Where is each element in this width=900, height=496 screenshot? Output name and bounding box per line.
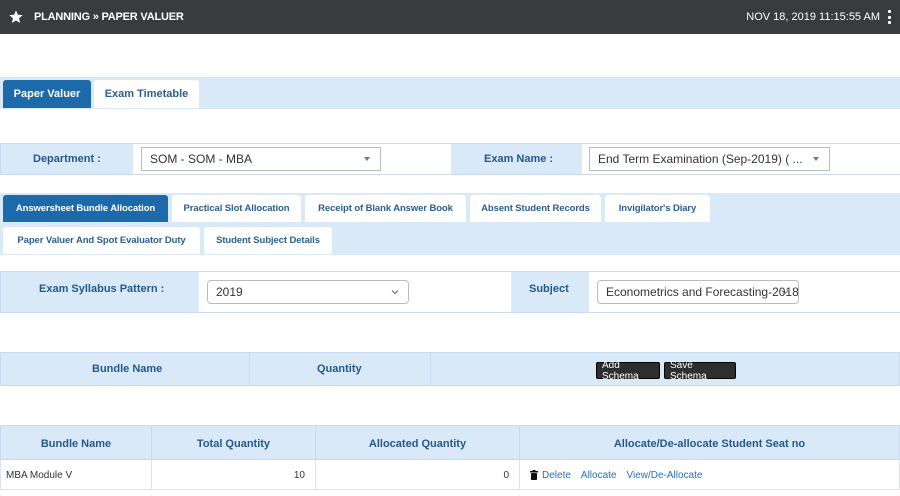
tab-answersheet-bundle-allocation[interactable]: Answersheet Bundle Allocation xyxy=(3,195,168,222)
grid-header-allocate-deallocate: Allocate/De-allocate Student Seat no xyxy=(613,437,806,450)
tab-paper-valuer[interactable]: Paper Valuer xyxy=(3,80,91,108)
datetime-display: NOV 18, 2019 11:15:55 AM xyxy=(746,11,880,23)
tab-exam-timetable[interactable]: Exam Timetable xyxy=(94,80,199,108)
total-quantity-cell: 10 xyxy=(152,460,316,490)
schema-panel: Bundle Name Quantity Add Schema Save Sch… xyxy=(0,352,900,386)
exam-syllabus-pattern-label: Exam Syllabus Pattern : xyxy=(39,283,165,295)
department-label: Department : xyxy=(33,153,101,165)
tab-student-subject-details[interactable]: Student Subject Details xyxy=(204,227,332,254)
grid-header-bundle-name: Bundle Name xyxy=(1,426,152,461)
chevron-down-icon xyxy=(781,290,789,295)
department-value: SOM - SOM - MBA xyxy=(150,152,252,166)
star-icon[interactable] xyxy=(8,9,24,25)
tab-receipt-blank-answer-book[interactable]: Receipt of Blank Answer Book xyxy=(305,195,466,222)
chevron-down-icon xyxy=(813,157,819,161)
main-tab-bar: Paper Valuer Exam Timetable xyxy=(0,77,900,109)
chevron-down-icon xyxy=(391,290,399,295)
tab-practical-slot-allocation[interactable]: Practical Slot Allocation xyxy=(172,195,301,222)
subject-select[interactable]: Econometrics and Forecasting-2018 xyxy=(597,280,799,304)
kebab-menu-icon[interactable] xyxy=(888,10,892,24)
department-filter-panel: Department : SOM - SOM - MBA Exam Name :… xyxy=(0,143,900,175)
table-row: MBA Module V 10 0 Delete Allocate View/D… xyxy=(0,460,900,490)
tab-paper-valuer-spot-evaluator-duty[interactable]: Paper Valuer And Spot Evaluator Duty xyxy=(3,227,200,254)
actions-cell: Delete Allocate View/De-Allocate xyxy=(520,460,899,490)
chevron-down-icon xyxy=(364,157,370,161)
tab-absent-student-records[interactable]: Absent Student Records xyxy=(470,195,601,222)
exam-name-value: End Term Examination (Sep-2019) ( ... xyxy=(598,152,803,166)
allocated-quantity-cell: 0 xyxy=(316,460,520,490)
exam-name-select[interactable]: End Term Examination (Sep-2019) ( ... xyxy=(589,147,830,171)
allocate-link[interactable]: Allocate xyxy=(581,470,617,481)
department-select[interactable]: SOM - SOM - MBA xyxy=(141,147,381,171)
sub-tab-bar: Answersheet Bundle Allocation Practical … xyxy=(0,193,900,255)
bundle-name-cell: MBA Module V xyxy=(1,460,152,490)
schema-quantity-header: Quantity xyxy=(317,363,362,375)
tab-invigilators-diary[interactable]: Invigilator's Diary xyxy=(605,195,710,222)
grid-header-total-quantity: Total Quantity xyxy=(152,426,316,461)
add-schema-button[interactable]: Add Schema xyxy=(596,360,660,382)
top-bar: PLANNING » PAPER VALUER NOV 18, 2019 11:… xyxy=(0,0,900,34)
syllabus-filter-panel: Exam Syllabus Pattern : 2019 Subject Eco… xyxy=(0,271,900,313)
delete-link[interactable]: Delete xyxy=(542,470,571,481)
breadcrumb: PLANNING » PAPER VALUER xyxy=(34,11,184,23)
view-deallocate-link[interactable]: View/De-Allocate xyxy=(626,470,702,481)
save-schema-button[interactable]: Save Schema xyxy=(664,360,736,382)
grid-header-allocated-quantity: Allocated Quantity xyxy=(316,426,520,461)
schema-bundle-name-header: Bundle Name xyxy=(92,363,163,375)
subject-value: Econometrics and Forecasting-2018 xyxy=(606,285,799,299)
exam-syllabus-pattern-value: 2019 xyxy=(216,285,243,299)
grid-header: Bundle Name Total Quantity Allocated Qua… xyxy=(0,425,900,461)
subject-label: Subject xyxy=(529,283,569,295)
exam-name-label: Exam Name : xyxy=(484,153,554,165)
exam-syllabus-pattern-select[interactable]: 2019 xyxy=(207,280,409,304)
trash-icon[interactable] xyxy=(530,470,538,480)
